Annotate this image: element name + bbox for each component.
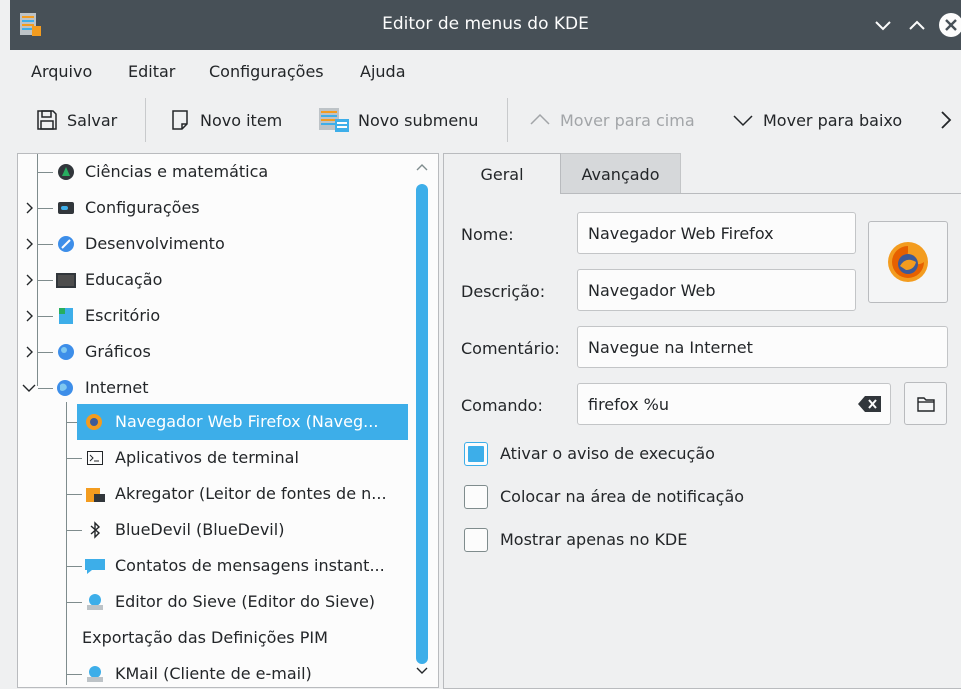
general-tab-page: Nome: Descrição: Comentário: Comando: [443,193,961,689]
new-document-icon [172,110,188,130]
tree-item-akregator[interactable]: Akregator (Leitor de fontes de n... [18,476,408,512]
toolbar: Salvar Novo item Novo submenu Mover para… [10,92,961,148]
tree-item-sieve[interactable]: Editor do Sieve (Editor do Sieve) [18,584,408,620]
properties-panel: Geral Avançado Nome: Descrição: Comentár… [443,153,961,689]
window-title: Editor de menus do KDE [382,14,589,34]
bluetooth-icon [90,521,101,539]
minimize-icon[interactable] [868,10,898,40]
tree-item-internet[interactable]: Internet [18,370,408,406]
move-up-button[interactable]: Mover para cima [528,100,695,140]
comment-label: Comentário: [461,339,560,358]
chevron-right-icon[interactable] [24,238,36,250]
arrow-up-icon [530,113,550,125]
title-bar: Editor de menus do KDE [10,0,961,50]
kmail-icon [87,666,103,682]
internet-icon [57,380,73,396]
tree-item-bluedevil[interactable]: BlueDevil (BlueDevil) [18,512,408,548]
scroll-down-icon[interactable] [415,666,429,676]
chevron-right-icon [941,111,952,129]
name-input[interactable] [577,212,856,254]
menu-tree[interactable]: Ciências e matemática Configurações Dese… [17,153,439,688]
graphics-icon [58,344,74,360]
menu-bar: Arquivo Editar Configurações Ajuda [10,50,961,92]
scroll-up-icon[interactable] [415,162,429,172]
chevron-right-icon[interactable] [24,202,36,214]
toolbar-separator [507,98,508,142]
folder-icon [916,396,935,412]
tree-scrollbar-thumb[interactable] [416,184,428,664]
tree-item-kmail[interactable]: KMail (Cliente de e-mail) [18,656,408,687]
clear-text-icon[interactable] [858,395,882,413]
tree-item-terminal[interactable]: Aplicativos de terminal [18,440,408,476]
app-icon-button[interactable] [868,221,948,303]
comment-input[interactable] [577,326,948,368]
command-label: Comando: [461,396,543,415]
browse-command-button[interactable] [904,382,947,425]
name-label: Nome: [461,225,514,244]
sieve-icon [87,594,103,610]
tray-checkbox[interactable] [464,485,488,509]
maximize-icon[interactable] [902,10,932,40]
chevron-right-icon[interactable] [24,310,36,322]
submenu-icon [319,108,349,132]
settings-icon [58,202,74,214]
science-icon [58,164,74,180]
toolbar-overflow-button[interactable] [938,100,961,140]
menu-editar[interactable]: Editar [128,62,175,81]
launch-feedback-label[interactable]: Ativar o aviso de execução [500,444,715,463]
tray-label[interactable]: Colocar na área de notificação [500,487,744,506]
toolbar-separator [145,98,146,142]
menu-configuracoes[interactable]: Configurações [209,62,324,81]
menu-arquivo[interactable]: Arquivo [31,62,92,81]
tab-geral[interactable]: Geral [443,153,561,194]
description-label: Descrição: [461,282,546,301]
education-icon [56,273,76,288]
arrow-down-icon [733,115,753,127]
tab-avancado[interactable]: Avançado [560,153,681,194]
launch-feedback-checkbox[interactable] [464,442,488,466]
save-button[interactable]: Salvar [35,100,117,140]
terminal-icon [87,451,103,465]
chat-icon [85,559,105,574]
tree-item-escritorio[interactable]: Escritório [18,298,408,334]
office-icon [59,308,73,324]
description-input[interactable] [577,269,856,311]
move-down-button[interactable]: Mover para baixo [731,100,902,140]
menu-ajuda[interactable]: Ajuda [360,62,406,81]
save-icon [37,110,57,130]
tree-item-graficos[interactable]: Gráficos [18,334,408,370]
new-item-button[interactable]: Novo item [168,100,282,140]
new-submenu-button[interactable]: Novo submenu [318,100,478,140]
tree-item-exportacao-pim[interactable]: Exportação das Definições PIM [18,620,408,656]
tree-item-educacao[interactable]: Educação [18,262,408,298]
akregator-icon [86,488,105,502]
chevron-right-icon[interactable] [24,274,36,286]
chevron-right-icon[interactable] [24,346,36,358]
kde-only-checkbox[interactable] [464,528,488,552]
tree-item-contatos[interactable]: Contatos de mensagens instant... [18,548,408,584]
tree-item-desenvolvimento[interactable]: Desenvolvimento [18,226,408,262]
tree-item-ciencias[interactable]: Ciências e matemática [18,154,408,190]
close-icon[interactable] [936,10,961,40]
kde-only-label[interactable]: Mostrar apenas no KDE [500,530,687,549]
command-input[interactable] [577,383,891,425]
firefox-icon [888,242,928,282]
firefox-icon [86,414,102,430]
tree-item-firefox[interactable]: Navegador Web Firefox (Naveg... [77,404,408,440]
chevron-down-icon[interactable] [22,382,36,394]
development-icon [58,236,74,252]
tree-item-configuracoes[interactable]: Configurações [18,190,408,226]
